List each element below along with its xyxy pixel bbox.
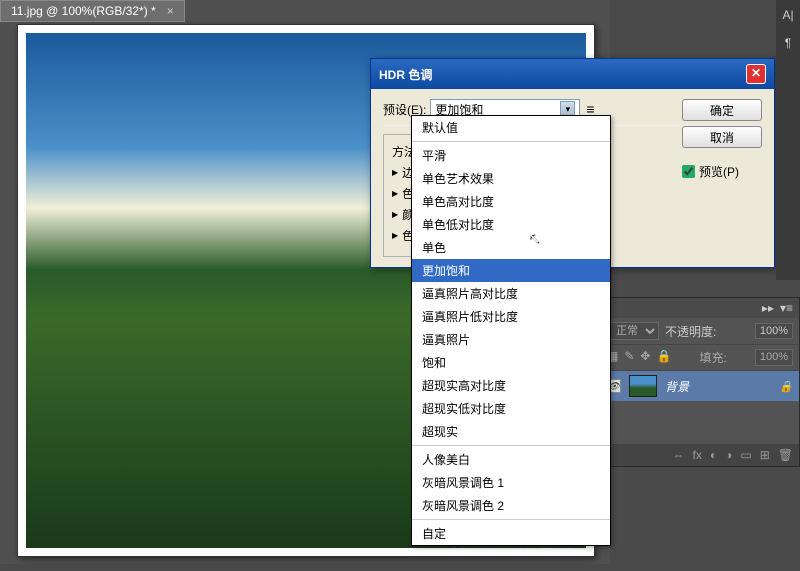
- panel-footer: ⇔ fx ◐ ◑ ▭ ⊞ 🗑: [601, 444, 799, 466]
- dropdown-item[interactable]: 超现实低对比度: [412, 397, 610, 420]
- dropdown-item[interactable]: 单色艺术效果: [412, 167, 610, 190]
- collapse-icon[interactable]: ▸▸: [762, 301, 774, 315]
- dropdown-item[interactable]: 超现实: [412, 420, 610, 443]
- dropdown-item[interactable]: 灰暗风景调色 1: [412, 471, 610, 494]
- adjustment-icon[interactable]: ◑: [725, 448, 732, 462]
- lock-icon: 🔒: [779, 380, 793, 393]
- preset-dropdown[interactable]: 默认值平滑单色艺术效果单色高对比度单色低对比度单色更加饱和逼真照片高对比度逼真照…: [411, 115, 611, 546]
- triangle-right-icon: ▶: [392, 210, 398, 219]
- paragraph-panel-icon[interactable]: ¶: [785, 36, 791, 50]
- dropdown-item[interactable]: 超现实高对比度: [412, 374, 610, 397]
- preview-checkbox-row[interactable]: 预览(P): [682, 163, 762, 180]
- hdr-toning-dialog: HDR 色调 ✕ 预设(E): 更加饱和 ▾ ≡ 确定 取消 预览(P) 方法:…: [370, 58, 775, 268]
- dropdown-item[interactable]: 逼真照片高对比度: [412, 282, 610, 305]
- preview-checkbox[interactable]: [682, 165, 695, 178]
- dropdown-item[interactable]: 平滑: [412, 144, 610, 167]
- lock-icons-row: ▦ ✎ ✥ 🔒 填充: 100%: [601, 345, 799, 371]
- new-layer-icon[interactable]: ⊞: [760, 448, 770, 462]
- lock-move-icon[interactable]: ✥: [640, 349, 650, 366]
- dropdown-item[interactable]: 单色低对比度: [412, 213, 610, 236]
- panel-menu-icon[interactable]: ▾≡: [780, 301, 793, 315]
- dropdown-item[interactable]: 自定: [412, 522, 610, 545]
- dropdown-item[interactable]: 更加饱和: [412, 259, 610, 282]
- layer-row[interactable]: 👁 背景 🔒: [601, 371, 799, 401]
- link-layers-icon[interactable]: ⇔: [673, 448, 685, 462]
- cancel-button[interactable]: 取消: [682, 126, 762, 148]
- opacity-value[interactable]: 100%: [755, 323, 793, 339]
- layer-thumbnail[interactable]: [629, 375, 657, 397]
- blend-mode-select[interactable]: 正常: [607, 322, 659, 340]
- dropdown-item[interactable]: 逼真照片: [412, 328, 610, 351]
- triangle-right-icon: ▶: [392, 189, 398, 198]
- layer-name: 背景: [665, 378, 689, 395]
- fill-label: 填充:: [699, 349, 726, 366]
- type-panel-icon[interactable]: A|: [782, 8, 793, 22]
- dialog-title-text: HDR 色调: [379, 66, 432, 83]
- dialog-body: 预设(E): 更加饱和 ▾ ≡ 确定 取消 预览(P) 方法: ▶边缘 ▶色调 …: [371, 89, 774, 267]
- triangle-right-icon: ▶: [392, 231, 398, 240]
- tab-title: 11.jpg @ 100%(RGB/32*) *: [11, 4, 156, 18]
- dropdown-item[interactable]: 单色: [412, 236, 610, 259]
- fill-value[interactable]: 100%: [755, 349, 793, 366]
- dropdown-item[interactable]: 人像美白: [412, 448, 610, 471]
- tab-close-icon[interactable]: ×: [167, 4, 174, 18]
- dropdown-item[interactable]: 默认值: [412, 116, 610, 139]
- ok-button[interactable]: 确定: [682, 99, 762, 121]
- trash-icon[interactable]: 🗑: [778, 448, 793, 462]
- close-icon[interactable]: ✕: [746, 64, 766, 84]
- dialog-titlebar[interactable]: HDR 色调 ✕: [371, 59, 774, 89]
- dropdown-item[interactable]: 饱和: [412, 351, 610, 374]
- layers-panel: ▸▸ ▾≡ 正常 不透明度: 100% ▦ ✎ ✥ 🔒 填充: 100% 👁 背…: [600, 297, 800, 467]
- triangle-right-icon: ▶: [392, 168, 398, 177]
- opacity-label: 不透明度:: [665, 323, 716, 340]
- document-tab[interactable]: 11.jpg @ 100%(RGB/32*) * ×: [0, 0, 185, 22]
- preview-label: 预览(P): [699, 163, 739, 180]
- dropdown-item[interactable]: 灰暗风景调色 2: [412, 494, 610, 517]
- lock-all-icon[interactable]: 🔒: [656, 349, 671, 366]
- panel-header: ▸▸ ▾≡: [601, 298, 799, 318]
- group-icon[interactable]: ▭: [740, 448, 751, 462]
- dropdown-item[interactable]: 单色高对比度: [412, 190, 610, 213]
- dialog-buttons: 确定 取消 预览(P): [682, 99, 762, 180]
- dropdown-item[interactable]: 逼真照片低对比度: [412, 305, 610, 328]
- mask-icon[interactable]: ◐: [710, 448, 717, 462]
- right-rail: A| ¶: [776, 0, 800, 280]
- fx-icon[interactable]: fx: [693, 448, 702, 462]
- lock-paint-icon[interactable]: ✎: [624, 349, 634, 366]
